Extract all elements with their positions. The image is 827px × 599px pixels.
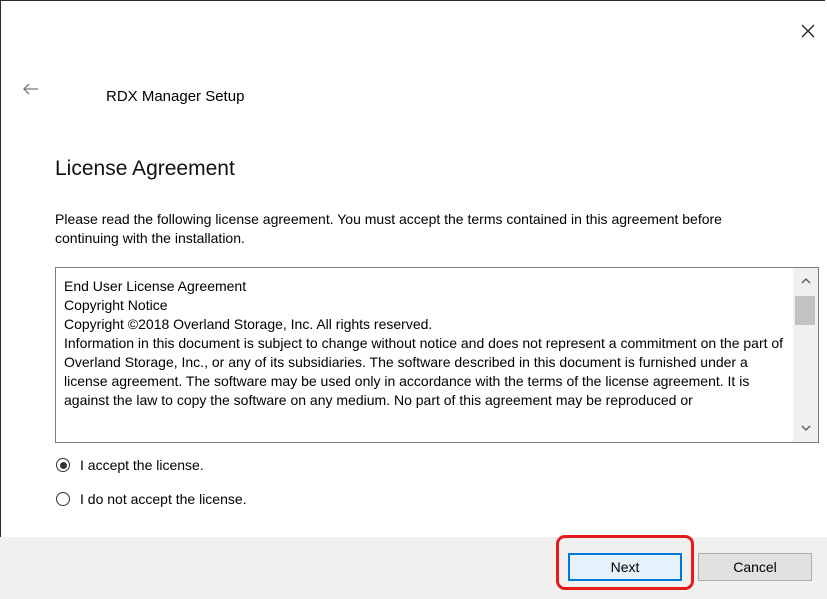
app-title: RDX Manager Setup <box>106 88 245 105</box>
decline-license-radio[interactable]: I do not accept the license. <box>56 491 247 507</box>
back-arrow-icon <box>23 83 38 95</box>
chevron-up-icon <box>801 277 810 283</box>
back-button[interactable] <box>20 80 42 98</box>
accept-license-label: I accept the license. <box>80 457 204 473</box>
decline-license-label: I do not accept the license. <box>80 491 247 507</box>
radio-selected-dot <box>59 461 67 469</box>
next-button[interactable]: Next <box>568 553 682 581</box>
radio-button[interactable] <box>56 492 70 506</box>
scroll-thumb[interactable] <box>795 296 815 325</box>
close-icon <box>801 24 815 38</box>
license-scrollbar[interactable] <box>793 268 818 442</box>
chevron-down-icon <box>801 425 810 431</box>
accept-license-radio[interactable]: I accept the license. <box>56 457 204 473</box>
cancel-button[interactable]: Cancel <box>698 553 812 581</box>
license-text: End User License Agreement Copyright Not… <box>64 278 784 408</box>
page-title: License Agreement <box>55 157 235 180</box>
radio-button[interactable] <box>56 458 70 472</box>
intro-text: Please read the following license agreem… <box>55 211 722 246</box>
scroll-down-button[interactable] <box>793 418 818 438</box>
license-text-area[interactable]: End User License Agreement Copyright Not… <box>55 267 819 443</box>
scroll-up-button[interactable] <box>793 270 818 290</box>
close-button[interactable] <box>795 18 821 44</box>
